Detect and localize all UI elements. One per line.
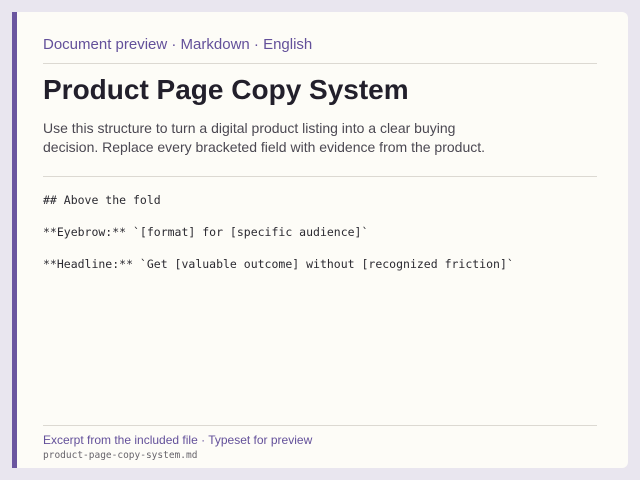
footer-divider (43, 425, 597, 426)
content-divider (43, 176, 597, 177)
header-divider (43, 63, 597, 64)
code-line: **Eyebrow:** `[format] for [specific aud… (43, 225, 369, 239)
page-title: Product Page Copy System (43, 74, 409, 105)
document-content: Document preview · Markdown · English Pr… (43, 12, 597, 468)
document-card: Document preview · Markdown · English Pr… (12, 12, 628, 468)
document-meta: Document preview · Markdown · English (43, 36, 313, 53)
code-line: **Headline:** `Get [valuable outcome] wi… (43, 257, 514, 271)
file-name: product-page-copy-system.md (43, 450, 198, 461)
code-line: ## Above the fold (43, 193, 161, 207)
footer-caption: Excerpt from the included file · Typeset… (43, 433, 313, 447)
lead-paragraph: Use this structure to turn a digital pro… (43, 120, 486, 155)
